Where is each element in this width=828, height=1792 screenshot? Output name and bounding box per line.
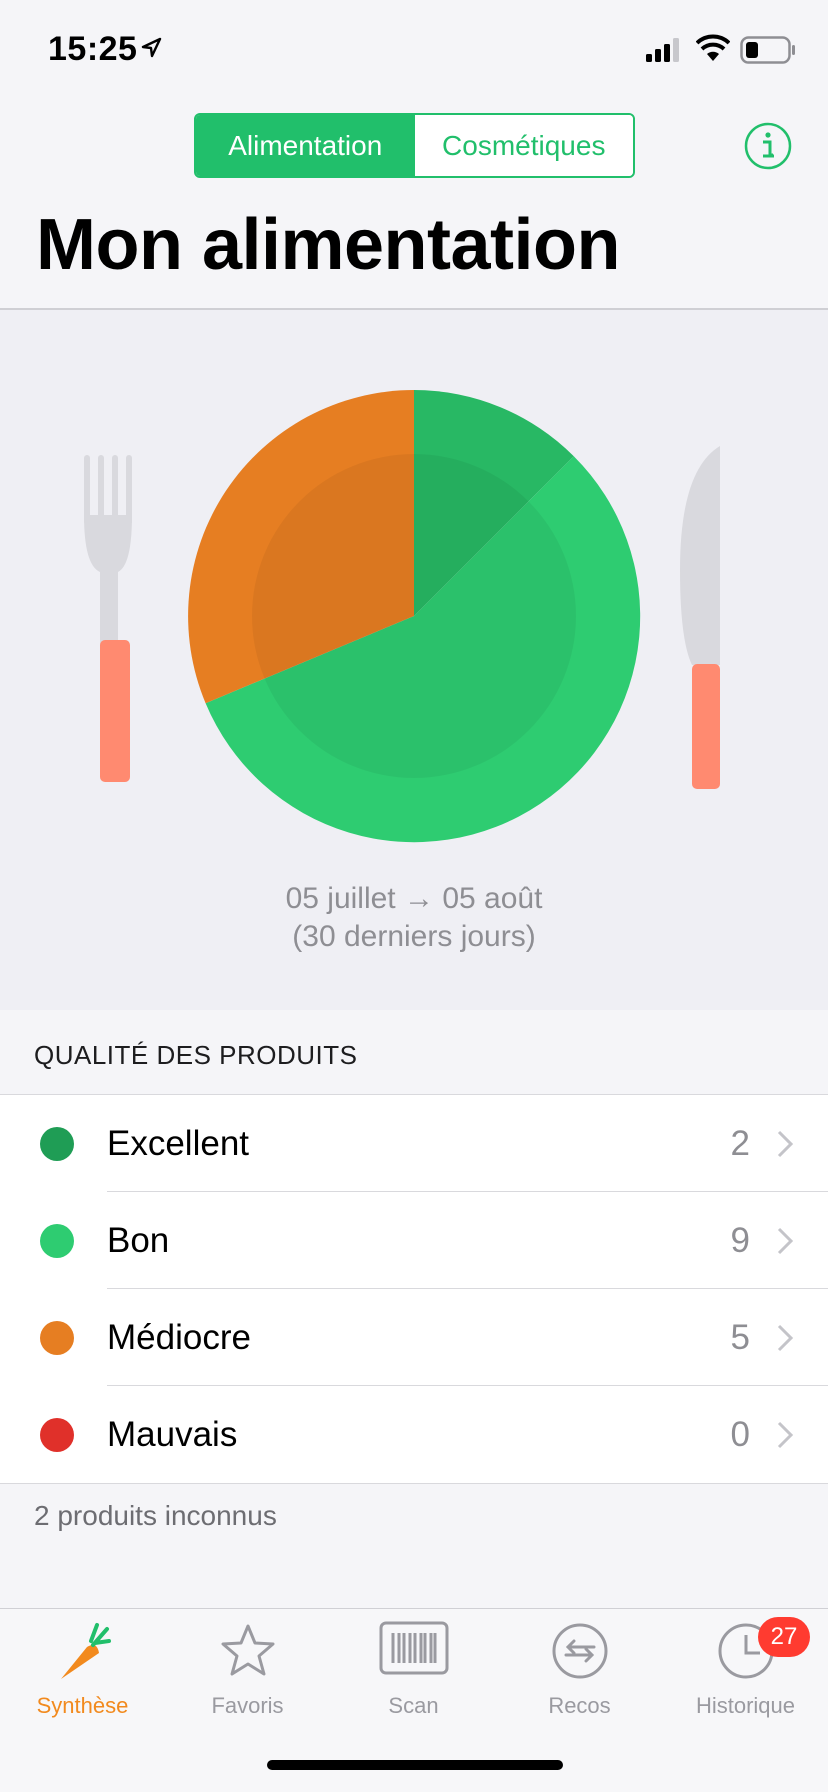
- plate-pie-chart: [188, 390, 641, 843]
- tab-recos[interactable]: Recos: [497, 1609, 662, 1719]
- segment-alimentation[interactable]: Alimentation: [196, 115, 415, 176]
- list-item-label: Mauvais: [107, 1414, 238, 1454]
- status-dot: [40, 1418, 74, 1452]
- barcode-icon: [379, 1621, 448, 1675]
- plate-illustration: [84, 390, 720, 843]
- segment-cosmetiques[interactable]: Cosmétiques: [414, 115, 633, 176]
- date-period: (30 derniers jours): [292, 920, 536, 953]
- tab-favoris[interactable]: Favoris: [165, 1609, 330, 1719]
- status-bar: 15:25: [0, 0, 828, 100]
- tab-label: Favoris: [211, 1693, 284, 1718]
- notification-badge: 27: [758, 1617, 810, 1657]
- wifi-icon: [696, 34, 730, 61]
- fork-icon: [84, 455, 132, 782]
- chevron-right-icon: [777, 1421, 794, 1449]
- quality-list: Excellent 2 Bon 9 Médiocre 5 Mauvais 0: [0, 1094, 828, 1484]
- location-arrow-icon: [141, 37, 162, 58]
- tab-label: Recos: [548, 1693, 611, 1718]
- status-dot: [40, 1321, 74, 1355]
- battery-icon: [740, 36, 795, 64]
- tab-label: Historique: [695, 1693, 796, 1718]
- chevron-right-icon: [777, 1227, 794, 1255]
- tab-scan[interactable]: Scan: [331, 1609, 496, 1719]
- status-dot: [40, 1127, 74, 1161]
- tab-synthese[interactable]: Synthèse: [0, 1609, 165, 1719]
- status-time: 15:25: [48, 30, 138, 68]
- list-item-mediocre[interactable]: Médiocre 5: [0, 1289, 828, 1386]
- category-segmented-control: Alimentation Cosmétiques: [194, 113, 635, 178]
- unknown-products-note: 2 produits inconnus: [34, 1500, 277, 1531]
- list-item-bon[interactable]: Bon 9: [0, 1192, 828, 1289]
- list-item-label: Médiocre: [107, 1317, 251, 1357]
- date-range: 05 juillet → 05 août: [285, 882, 543, 915]
- list-item-mauvais[interactable]: Mauvais 0: [0, 1386, 828, 1483]
- section-header: QUALITÉ DES PRODUITS: [34, 1040, 358, 1070]
- recommendations-icon: [552, 1623, 607, 1679]
- info-icon[interactable]: [744, 122, 792, 170]
- list-item-count: 2: [730, 1123, 750, 1163]
- chevron-right-icon: [777, 1130, 794, 1158]
- home-indicator: [267, 1760, 563, 1770]
- chevron-right-icon: [777, 1324, 794, 1352]
- plate-summary: 05 juillet → 05 août (30 derniers jours): [0, 310, 828, 1010]
- cellular-signal-icon: [646, 38, 679, 62]
- carrot-icon: [60, 1623, 111, 1679]
- list-item-count: 5: [730, 1317, 750, 1357]
- list-item-excellent[interactable]: Excellent 2: [0, 1095, 828, 1192]
- tab-historique[interactable]: 27 Historique: [663, 1609, 828, 1719]
- list-item-label: Excellent: [107, 1123, 250, 1163]
- status-dot: [40, 1224, 74, 1258]
- star-icon: [221, 1624, 274, 1676]
- tab-label: Synthèse: [36, 1693, 129, 1718]
- knife-icon: [680, 446, 720, 789]
- list-item-label: Bon: [107, 1220, 170, 1260]
- page-title: Mon alimentation: [36, 205, 621, 285]
- tab-label: Scan: [388, 1693, 439, 1718]
- list-item-count: 9: [730, 1220, 750, 1260]
- list-item-count: 0: [730, 1414, 750, 1454]
